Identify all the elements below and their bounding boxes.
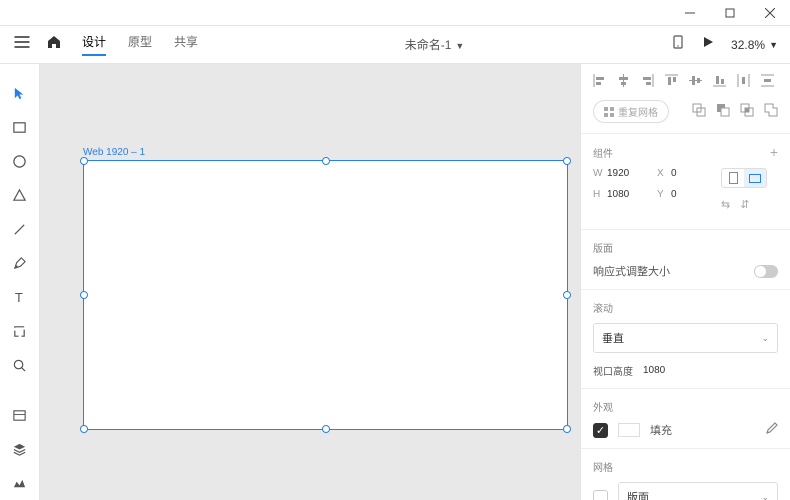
y-input[interactable]: 0	[671, 189, 705, 200]
grid-type-select[interactable]: 版面 ⌄	[618, 482, 778, 500]
layers-panel-button[interactable]	[0, 432, 40, 466]
x-label: X	[657, 168, 667, 179]
pen-tool[interactable]	[0, 246, 40, 280]
resize-handle[interactable]	[563, 425, 571, 433]
canvas[interactable]: Web 1920 – 1	[40, 64, 580, 500]
resize-handle[interactable]	[80, 291, 88, 299]
left-toolbar: T	[0, 64, 40, 500]
play-button[interactable]	[701, 35, 715, 54]
layout-section-title: 版面	[593, 240, 778, 255]
svg-text:T: T	[15, 290, 23, 305]
grid-checkbox[interactable]	[593, 490, 608, 500]
tab-share[interactable]: 共享	[174, 33, 198, 56]
close-button[interactable]	[750, 0, 790, 26]
resize-handle[interactable]	[322, 157, 330, 165]
repeat-grid-button[interactable]: 重复网格	[593, 100, 669, 123]
resize-handle[interactable]	[322, 425, 330, 433]
eyedropper-button[interactable]	[765, 422, 778, 438]
align-bottom-button[interactable]	[713, 74, 726, 90]
home-button[interactable]	[46, 34, 62, 55]
width-input[interactable]: 1920	[607, 168, 641, 179]
select-tool[interactable]	[0, 76, 40, 110]
chevron-down-icon: ▼	[455, 41, 464, 51]
align-center-h-button[interactable]	[617, 74, 630, 90]
tab-design[interactable]: 设计	[82, 33, 106, 56]
zoom-dropdown[interactable]: 32.8%▼	[731, 38, 778, 52]
resize-handle[interactable]	[563, 157, 571, 165]
menu-button[interactable]	[12, 32, 32, 57]
device-preview-button[interactable]	[671, 35, 685, 54]
portrait-button[interactable]	[722, 169, 744, 187]
resize-handle[interactable]	[563, 291, 571, 299]
properties-panel: 重复网格 组件 + W 1920 H 1080 X0 Y0	[580, 64, 790, 500]
tab-prototype[interactable]: 原型	[128, 33, 152, 56]
artboard-label[interactable]: Web 1920 – 1	[83, 147, 145, 158]
resize-handle[interactable]	[80, 425, 88, 433]
y-label: Y	[657, 189, 667, 200]
rectangle-tool[interactable]	[0, 110, 40, 144]
ellipse-tool[interactable]	[0, 144, 40, 178]
component-section-title: 组件	[593, 145, 613, 160]
flip-v-button[interactable]: ⇵	[740, 198, 749, 211]
add-component-button[interactable]: +	[770, 144, 778, 160]
scroll-direction-select[interactable]: 垂直 ⌄	[593, 323, 778, 353]
chevron-down-icon: ⌄	[761, 333, 769, 344]
polygon-tool[interactable]	[0, 178, 40, 212]
document-title[interactable]: 未命名-1▼	[198, 36, 671, 53]
viewport-height-label: 视口高度	[593, 363, 633, 378]
artboard-tool[interactable]	[0, 314, 40, 348]
chevron-down-icon: ⌄	[761, 492, 769, 500]
chevron-down-icon: ▼	[769, 40, 778, 50]
x-input[interactable]: 0	[671, 168, 705, 179]
text-tool[interactable]: T	[0, 280, 40, 314]
scroll-section-title: 滚动	[593, 300, 778, 315]
artboard[interactable]	[83, 160, 568, 430]
pathfinder-add-button[interactable]	[692, 103, 706, 120]
resize-handle[interactable]	[80, 157, 88, 165]
grid-icon	[604, 107, 614, 117]
responsive-resize-label: 响应式调整大小	[593, 263, 670, 279]
fill-checkbox[interactable]: ✓	[593, 423, 608, 438]
align-controls	[593, 74, 778, 90]
responsive-toggle[interactable]	[754, 265, 778, 278]
grid-section-title: 网格	[593, 459, 778, 474]
appearance-section-title: 外观	[593, 399, 778, 414]
window-titlebar	[0, 0, 790, 26]
viewport-height-input[interactable]: 1080	[643, 365, 665, 376]
pathfinder-subtract-button[interactable]	[716, 103, 730, 120]
height-input[interactable]: 1080	[607, 189, 641, 200]
assets-panel-button[interactable]	[0, 398, 40, 432]
line-tool[interactable]	[0, 212, 40, 246]
height-label: H	[593, 189, 603, 200]
align-center-v-button[interactable]	[689, 74, 702, 90]
fill-label: 填充	[650, 422, 672, 438]
orientation-toggle[interactable]	[721, 168, 767, 188]
maximize-button[interactable]	[710, 0, 750, 26]
landscape-button[interactable]	[744, 169, 766, 187]
distribute-v-button[interactable]	[761, 74, 774, 90]
fill-color-swatch[interactable]	[618, 423, 640, 437]
plugins-panel-button[interactable]	[0, 466, 40, 500]
align-left-button[interactable]	[593, 74, 606, 90]
flip-h-button[interactable]: ⇆	[721, 198, 730, 211]
zoom-tool[interactable]	[0, 348, 40, 382]
pathfinder-intersect-button[interactable]	[740, 103, 754, 120]
minimize-button[interactable]	[670, 0, 710, 26]
align-right-button[interactable]	[641, 74, 654, 90]
top-toolbar: 设计 原型 共享 未命名-1▼ 32.8%▼	[0, 26, 790, 64]
distribute-h-button[interactable]	[737, 74, 750, 90]
align-top-button[interactable]	[665, 74, 678, 90]
width-label: W	[593, 168, 603, 179]
pathfinder-exclude-button[interactable]	[764, 103, 778, 120]
mode-tabs: 设计 原型 共享	[82, 33, 198, 56]
